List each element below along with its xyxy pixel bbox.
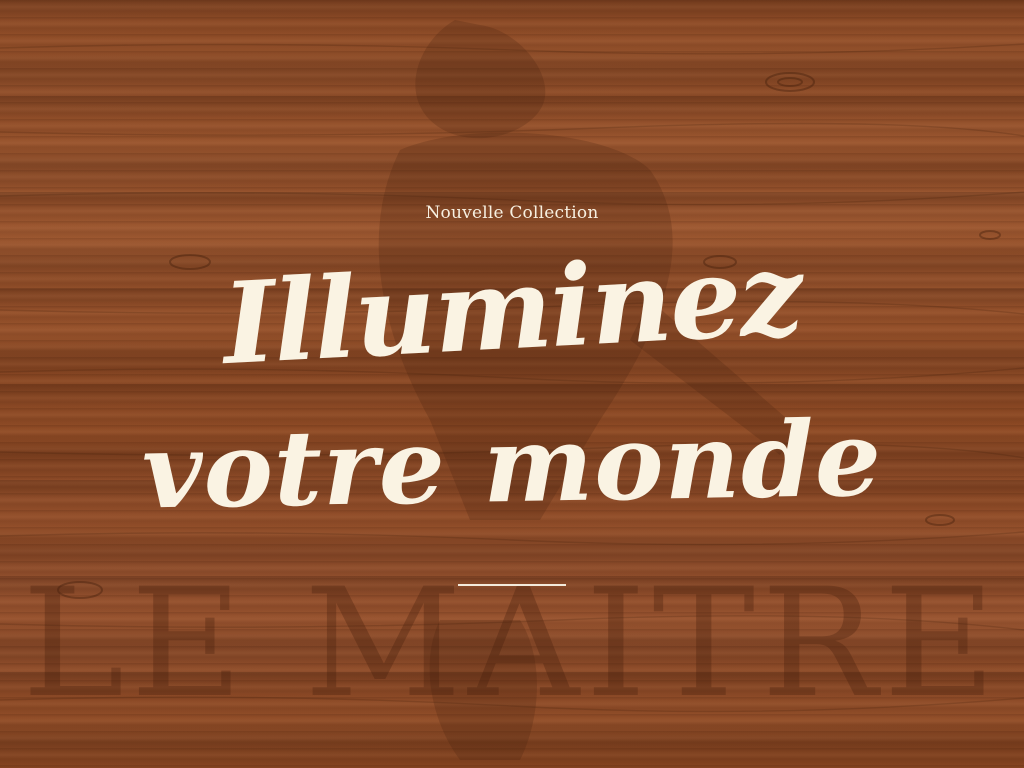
headline-line-2: votre monde: [141, 396, 883, 533]
divider-rule: [458, 584, 566, 586]
collection-eyebrow: Nouvelle Collection: [425, 203, 599, 223]
hero-banner: LE MAITRE Nouvelle Collection Illuminez …: [0, 0, 1024, 768]
